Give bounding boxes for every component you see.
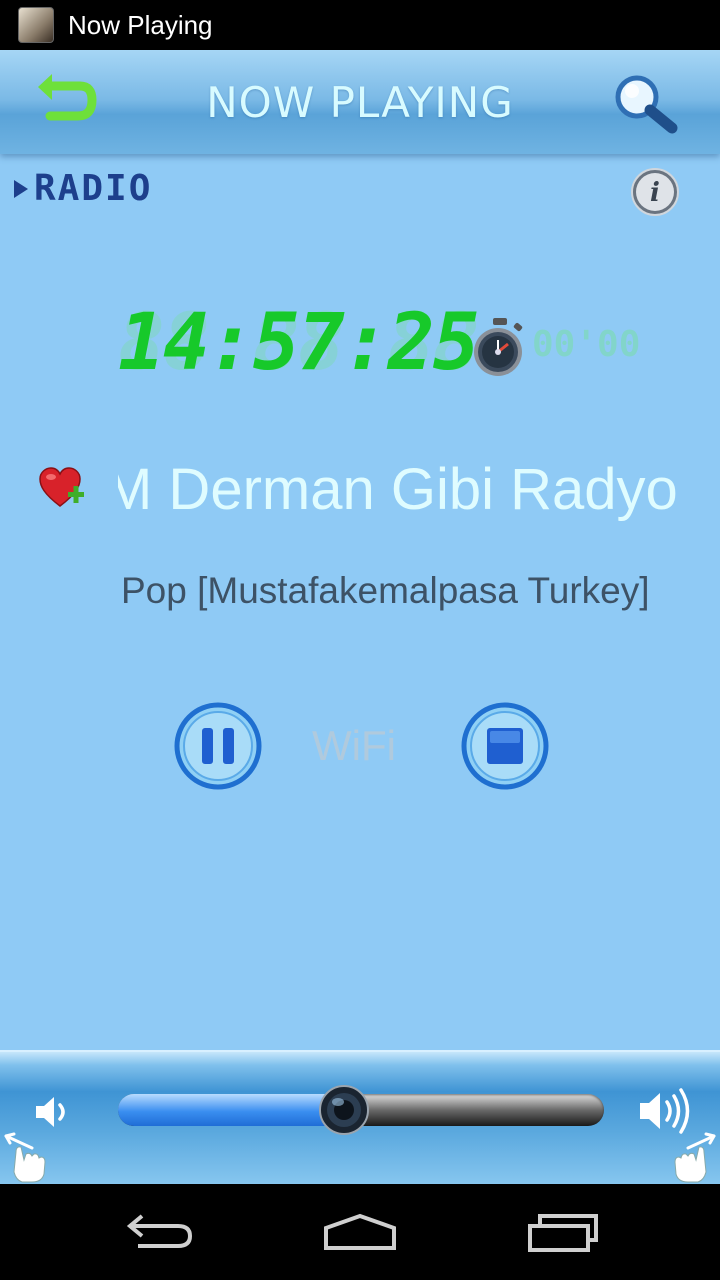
- svg-text:i: i: [650, 178, 660, 208]
- source-label: RADIO: [14, 168, 152, 209]
- volume-panel: [0, 1050, 720, 1184]
- search-icon: [615, 75, 678, 134]
- knob-icon: [318, 1085, 369, 1135]
- connection-type: WiFi: [312, 722, 396, 769]
- header-bar: NOW PLAYING: [0, 50, 720, 154]
- heart-add-icon: [39, 467, 84, 507]
- swipe-hand-right-icon: [662, 1130, 718, 1184]
- info-button[interactable]: i: [630, 167, 680, 217]
- volume-down-icon: [36, 1097, 65, 1127]
- status-bar-title: Now Playing: [68, 9, 213, 40]
- clock-time: 14:57:25: [118, 298, 480, 388]
- source-text: RADIO: [34, 168, 153, 209]
- stop-icon: [461, 702, 549, 790]
- station-marquee: M Derman Gibi Radyo: [118, 450, 720, 530]
- status-bar: Now Playing: [0, 0, 720, 50]
- navigation-bar: [0, 1184, 720, 1280]
- sleep-timer-value: 00'00: [532, 324, 641, 365]
- stopwatch-icon: [474, 318, 523, 376]
- nav-home-button[interactable]: [320, 1210, 400, 1254]
- swipe-hand-left-icon: [2, 1130, 58, 1184]
- sleep-timer-button[interactable]: [470, 316, 530, 378]
- search-button[interactable]: [610, 72, 686, 138]
- play-indicator-icon: [14, 179, 28, 198]
- nav-back-button[interactable]: [120, 1210, 200, 1254]
- station-genre: Pop [Mustafakemalpasa Turkey]: [121, 570, 650, 611]
- stop-button[interactable]: [461, 702, 549, 790]
- volume-slider-knob[interactable]: [318, 1084, 370, 1136]
- nav-back-icon: [126, 1214, 193, 1248]
- volume-slider-fill: [118, 1094, 344, 1126]
- nav-home-icon: [324, 1213, 396, 1250]
- pause-icon: [174, 702, 262, 790]
- app-icon: [18, 7, 54, 43]
- digital-clock: 88:88:88 14:57:25: [118, 298, 480, 388]
- volume-down-button[interactable]: [34, 1092, 74, 1132]
- pause-button[interactable]: [174, 702, 262, 790]
- nav-recents-button[interactable]: [524, 1210, 604, 1254]
- now-playing-screen: NOW PLAYING RADIO i 88:88:88 14:57:25 00…: [0, 50, 720, 1184]
- info-icon: i: [631, 168, 679, 216]
- nav-recents-icon: [528, 1214, 598, 1252]
- volume-slider[interactable]: [118, 1085, 604, 1135]
- add-favorite-button[interactable]: [38, 466, 86, 510]
- station-name: M Derman Gibi Radyo: [118, 457, 678, 522]
